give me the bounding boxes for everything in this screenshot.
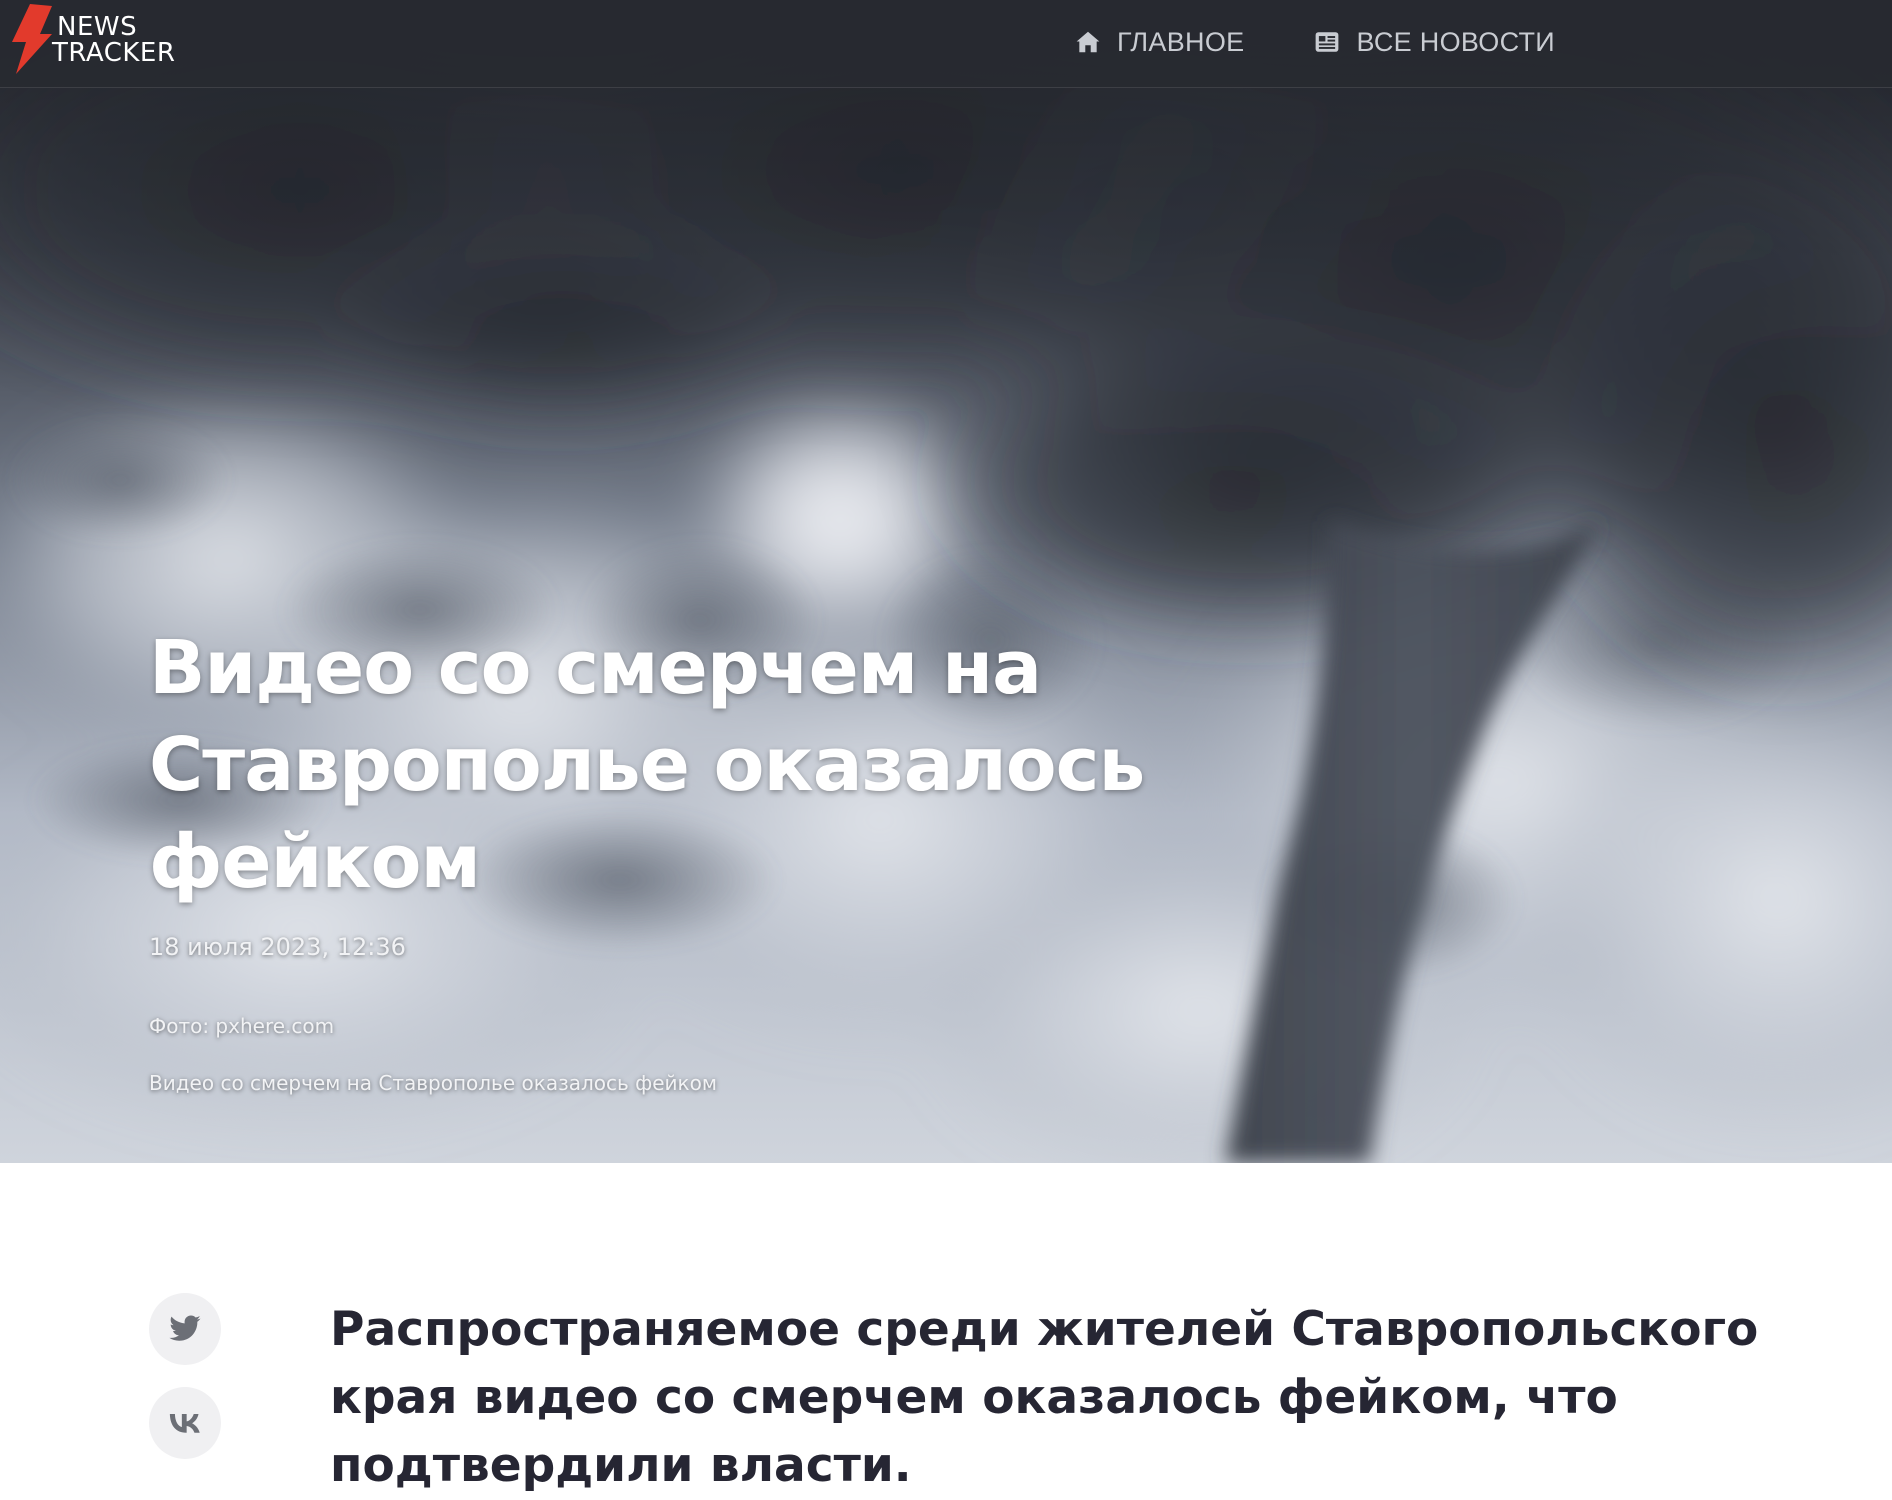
nav-item-main[interactable]: ГЛАВНОЕ [1075, 27, 1244, 58]
main-nav: ГЛАВНОЕ ВСЕ НОВОСТИ [1075, 0, 1555, 84]
site-header: NEWS TRACKER ГЛАВНОЕ ВСЕ НОВОСТИ [0, 0, 1892, 88]
twitter-icon [169, 1315, 201, 1341]
vk-icon [169, 1414, 200, 1433]
hero-image [0, 0, 1892, 1163]
logo-text-tracker: TRACKER [52, 38, 176, 68]
share-twitter-button[interactable] [149, 1293, 221, 1365]
article-lead: Распространяемое среди жителей Ставропол… [330, 1302, 1759, 1493]
site-logo[interactable]: NEWS TRACKER [6, 4, 206, 78]
publish-date: 18 июля 2023, 12:36 [149, 933, 406, 961]
lightning-bolt-icon [12, 4, 52, 74]
hero-section: Видео со смерчем на Ставрополье оказалос… [0, 0, 1892, 1163]
share-bar [149, 1293, 221, 1481]
share-vk-button[interactable] [149, 1387, 221, 1459]
image-caption: Видео со смерчем на Ставрополье оказалос… [149, 1071, 717, 1095]
nav-item-all-news[interactable]: ВСЕ НОВОСТИ [1314, 27, 1555, 58]
nav-item-all-news-label: ВСЕ НОВОСТИ [1356, 26, 1555, 57]
newspaper-icon [1316, 32, 1339, 52]
logo-text-news: NEWS [57, 12, 138, 42]
photo-credit: Фото: pxhere.com [149, 1014, 335, 1038]
home-icon [1076, 31, 1100, 53]
article-title: Видео со смерчем на Ставрополье оказалос… [149, 625, 1145, 905]
nav-item-main-label: ГЛАВНОЕ [1117, 26, 1245, 57]
